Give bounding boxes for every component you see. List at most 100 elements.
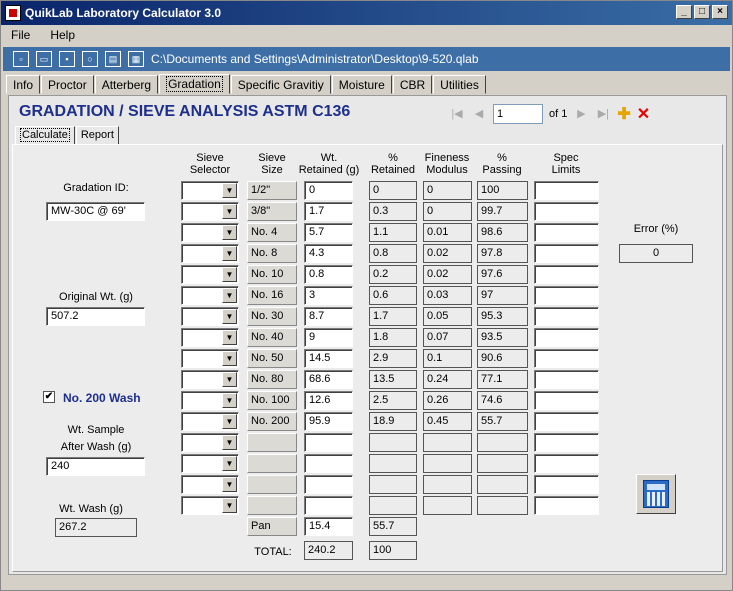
spec-limits-field[interactable]	[534, 349, 599, 368]
menu-file[interactable]: File	[11, 28, 30, 42]
sieve-selector[interactable]: ▼	[181, 265, 239, 284]
spec-limits-field[interactable]	[534, 265, 599, 284]
wt-retained-field[interactable]	[304, 475, 353, 494]
spec-limits-field[interactable]	[534, 370, 599, 389]
wt-retained-field[interactable]	[304, 454, 353, 473]
tab-utilities[interactable]: Utilities	[433, 75, 486, 94]
wash-checkbox[interactable]: ✔	[43, 391, 55, 403]
wt-retained-field[interactable]	[304, 433, 353, 452]
sieve-selector[interactable]: ▼	[181, 181, 239, 200]
gradation-id-field[interactable]: MW-30C @ 69'	[46, 202, 145, 221]
spec-limits-field[interactable]	[534, 391, 599, 410]
sieve-selector[interactable]: ▼	[181, 496, 239, 515]
header-sieve-selector: Sieve Selector	[189, 152, 231, 176]
spec-limits-field[interactable]	[534, 202, 599, 221]
wt-retained-field[interactable]: 3	[304, 286, 353, 305]
calculator-icon[interactable]: ▦	[128, 51, 144, 67]
spec-limits-field[interactable]	[534, 328, 599, 347]
sieve-selector[interactable]: ▼	[181, 391, 239, 410]
minimize-button[interactable]: _	[676, 5, 692, 19]
spec-limits-field[interactable]	[534, 307, 599, 326]
chevron-down-icon[interactable]: ▼	[222, 309, 237, 324]
print-preview-icon[interactable]: ○	[82, 51, 98, 67]
sieve-selector[interactable]: ▼	[181, 433, 239, 452]
calculate-button[interactable]	[636, 474, 676, 514]
add-record-icon[interactable]: ✚	[617, 104, 630, 124]
tab-cbr[interactable]: CBR	[392, 75, 433, 94]
sieve-selector[interactable]: ▼	[181, 475, 239, 494]
chevron-down-icon[interactable]: ▼	[222, 204, 237, 219]
pct-passing: 93.5	[477, 328, 528, 347]
original-wt-field[interactable]: 507.2	[46, 307, 145, 326]
chevron-down-icon[interactable]: ▼	[222, 246, 237, 261]
sieve-selector[interactable]: ▼	[181, 454, 239, 473]
wt-retained-field[interactable]: 95.9	[304, 412, 353, 431]
chevron-down-icon[interactable]: ▼	[222, 288, 237, 303]
chevron-down-icon[interactable]: ▼	[222, 414, 237, 429]
sieve-selector[interactable]: ▼	[181, 202, 239, 221]
first-record-icon[interactable]: |◀	[449, 106, 465, 122]
tab-calculate[interactable]: Calculate	[15, 126, 75, 145]
spec-limits-field[interactable]	[534, 412, 599, 431]
wt-retained-field[interactable]: 68.6	[304, 370, 353, 389]
sieve-selector[interactable]: ▼	[181, 307, 239, 326]
wt-retained-field[interactable]: 0	[304, 181, 353, 200]
close-button[interactable]: ×	[712, 5, 728, 19]
spec-limits-field[interactable]	[534, 433, 599, 452]
sieve-selector[interactable]: ▼	[181, 328, 239, 347]
sieve-selector[interactable]: ▼	[181, 223, 239, 242]
chevron-down-icon[interactable]: ▼	[222, 267, 237, 282]
after-wash-field[interactable]: 240	[46, 457, 145, 476]
chevron-down-icon[interactable]: ▼	[222, 393, 237, 408]
chevron-down-icon[interactable]: ▼	[222, 330, 237, 345]
wt-retained-field[interactable]: 1.7	[304, 202, 353, 221]
spec-limits-field[interactable]	[534, 181, 599, 200]
wt-retained-field[interactable]	[304, 496, 353, 515]
chevron-down-icon[interactable]: ▼	[222, 225, 237, 240]
tab-report[interactable]: Report	[75, 126, 119, 145]
next-record-icon[interactable]: ▶	[573, 106, 589, 122]
tab-proctor[interactable]: Proctor	[41, 75, 94, 94]
spec-limits-field[interactable]	[534, 454, 599, 473]
open-folder-icon[interactable]: ▭	[36, 51, 52, 67]
wt-retained-field[interactable]: 4.3	[304, 244, 353, 263]
tab-moisture[interactable]: Moisture	[331, 75, 392, 94]
record-number-input[interactable]	[493, 104, 543, 124]
sieve-selector[interactable]: ▼	[181, 412, 239, 431]
wt-retained-field[interactable]: 0.8	[304, 265, 353, 284]
print-icon[interactable]: ▤	[105, 51, 121, 67]
chevron-down-icon[interactable]: ▼	[222, 456, 237, 471]
spec-limits-field[interactable]	[534, 244, 599, 263]
pan-wt-field[interactable]: 15.4	[304, 517, 353, 536]
sieve-selector[interactable]: ▼	[181, 349, 239, 368]
tab-atterberg[interactable]: Atterberg	[94, 75, 159, 94]
menu-help[interactable]: Help	[50, 28, 75, 42]
save-icon[interactable]: ▪	[59, 51, 75, 67]
wt-retained-field[interactable]: 9	[304, 328, 353, 347]
new-file-icon[interactable]: ▫	[13, 51, 29, 67]
chevron-down-icon[interactable]: ▼	[222, 498, 237, 513]
tab-specific-gravity[interactable]: Specific Gravitiy	[230, 75, 331, 94]
tab-info[interactable]: Info	[6, 75, 41, 94]
wt-retained-field[interactable]: 5.7	[304, 223, 353, 242]
spec-limits-field[interactable]	[534, 223, 599, 242]
chevron-down-icon[interactable]: ▼	[222, 477, 237, 492]
chevron-down-icon[interactable]: ▼	[222, 351, 237, 366]
sieve-selector[interactable]: ▼	[181, 244, 239, 263]
spec-limits-field[interactable]	[534, 475, 599, 494]
chevron-down-icon[interactable]: ▼	[222, 435, 237, 450]
wt-retained-field[interactable]: 14.5	[304, 349, 353, 368]
wt-retained-field[interactable]: 12.6	[304, 391, 353, 410]
spec-limits-field[interactable]	[534, 286, 599, 305]
tab-gradation[interactable]: Gradation	[159, 74, 230, 94]
chevron-down-icon[interactable]: ▼	[222, 372, 237, 387]
spec-limits-field[interactable]	[534, 496, 599, 515]
last-record-icon[interactable]: ▶|	[595, 106, 611, 122]
maximize-button[interactable]: □	[694, 5, 710, 19]
sieve-selector[interactable]: ▼	[181, 370, 239, 389]
delete-record-icon[interactable]: ✕	[637, 104, 650, 124]
prev-record-icon[interactable]: ◀	[471, 106, 487, 122]
sieve-selector[interactable]: ▼	[181, 286, 239, 305]
chevron-down-icon[interactable]: ▼	[222, 183, 237, 198]
wt-retained-field[interactable]: 8.7	[304, 307, 353, 326]
